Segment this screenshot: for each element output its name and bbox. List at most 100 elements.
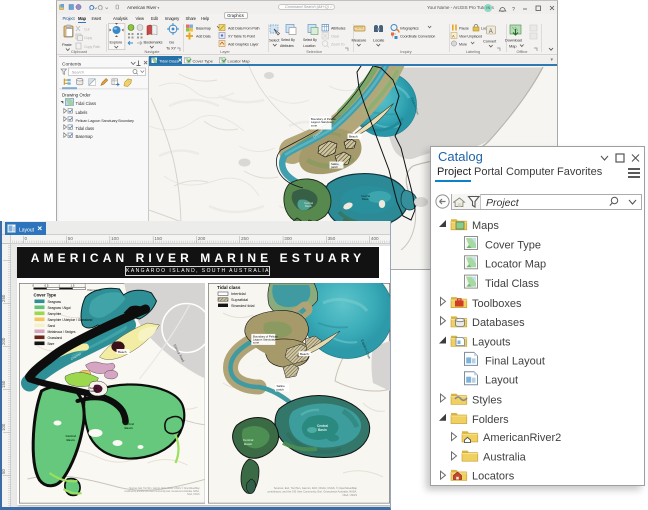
svg-text:350: 350 <box>328 236 336 241</box>
svg-text:Map: Map <box>509 44 517 49</box>
svg-text:Explore: Explore <box>110 40 124 45</box>
svg-text:Basin: Basin <box>362 197 369 201</box>
svg-text:100: 100 <box>111 236 119 241</box>
svg-text:Cover Type: Cover Type <box>485 239 541 251</box>
svg-text:Beach: Beach <box>300 352 309 356</box>
svg-text:Stranded tidal: Stranded tidal <box>231 304 255 308</box>
svg-text:A: A <box>452 34 455 39</box>
svg-text:Locate: Locate <box>373 38 385 43</box>
svg-text:150: 150 <box>2 380 6 388</box>
svg-text:Labels: Labels <box>76 110 88 115</box>
svg-text:Download: Download <box>505 38 522 43</box>
svg-text:200: 200 <box>198 236 206 241</box>
svg-text:Clear: Clear <box>331 35 340 39</box>
svg-text:NGA, USGS: NGA, USGS <box>343 493 358 497</box>
svg-text:Add Data From Path: Add Data From Path <box>228 27 260 31</box>
svg-text:Add Graphics Layer: Add Graphics Layer <box>228 43 259 47</box>
svg-text:Attributes: Attributes <box>331 27 346 31</box>
svg-text:Basin: Basin <box>244 442 252 446</box>
svg-text:patch: patch <box>277 388 285 392</box>
svg-text:Convert: Convert <box>483 39 497 44</box>
svg-text:View Unplaced: View Unplaced <box>459 35 482 39</box>
svg-text:More: More <box>459 43 467 47</box>
svg-text:Tidal Class: Tidal Class <box>485 278 539 290</box>
svg-text:250: 250 <box>241 236 249 241</box>
svg-text:Infographics: Infographics <box>400 27 419 31</box>
svg-text:Locator Map: Locator Map <box>485 259 546 271</box>
svg-text:0.5: 0.5 <box>44 284 48 288</box>
svg-text:Contents: Contents <box>62 62 82 68</box>
svg-text:50: 50 <box>68 236 74 241</box>
svg-text:Measure: Measure <box>352 38 368 43</box>
svg-text:Pause: Pause <box>459 27 469 31</box>
svg-text:150: 150 <box>154 236 162 241</box>
svg-text:Zoom To: Zoom To <box>331 43 345 47</box>
svg-text:patch: patch <box>89 389 96 393</box>
svg-text:Basemap: Basemap <box>196 27 211 31</box>
svg-text:Databases: Databases <box>472 317 525 329</box>
svg-text:Styles: Styles <box>472 395 502 407</box>
svg-text:Paste: Paste <box>62 42 73 47</box>
svg-text:400: 400 <box>371 236 379 241</box>
svg-text:Attributes: Attributes <box>280 44 294 48</box>
svg-text:Tidal class: Tidal class <box>76 126 95 131</box>
svg-text:AmericanRiver2: AmericanRiver2 <box>483 432 561 444</box>
svg-text:Grassland: Grassland <box>47 336 62 340</box>
svg-text:Seagrass: Seagrass <box>47 300 61 304</box>
svg-text:Melaleuca / Sedges: Melaleuca / Sedges <box>47 330 75 334</box>
svg-text:Layouts: Layouts <box>472 337 511 349</box>
svg-text:Location: Location <box>303 44 315 48</box>
svg-text:Cut: Cut <box>84 28 89 32</box>
svg-text:Maps: Maps <box>472 220 499 232</box>
svg-text:Basin: Basin <box>124 426 132 430</box>
svg-text:Copy: Copy <box>84 36 92 40</box>
svg-text:contributors, and the GIS User: contributors, and the GIS User Community… <box>267 490 357 494</box>
svg-text:Cover Type: Cover Type <box>33 293 56 298</box>
svg-text:Bookmarks: Bookmarks <box>144 40 163 45</box>
svg-text:zone: zone <box>253 341 260 345</box>
svg-text:250: 250 <box>2 294 6 302</box>
svg-text:Select By: Select By <box>281 38 295 42</box>
svg-text:Add Data: Add Data <box>196 35 211 39</box>
svg-text:Bare: Bare <box>47 342 54 346</box>
svg-text:100: 100 <box>2 423 6 431</box>
svg-text:Copy Path: Copy Path <box>84 45 100 49</box>
svg-text:Tidal class: Tidal class <box>217 285 241 290</box>
svg-text:Intertidal: Intertidal <box>231 292 246 296</box>
svg-text:?: ? <box>512 7 515 12</box>
svg-text:0: 0 <box>25 236 28 241</box>
svg-text:50: 50 <box>2 468 6 473</box>
svg-text:Folders: Folders <box>472 414 509 426</box>
svg-text:Australia: Australia <box>483 451 527 463</box>
svg-text:A: A <box>489 29 493 35</box>
svg-text:Pelican Lagoon Sanctuary Bound: Pelican Lagoon Sanctuary Boundary <box>76 119 135 123</box>
svg-text:XY Table To Point: XY Table To Point <box>228 35 255 39</box>
svg-text:To XY: To XY <box>166 46 177 51</box>
svg-text:Basin: Basin <box>305 204 312 208</box>
svg-text:Sand: Sand <box>47 324 55 328</box>
svg-text:Basin: Basin <box>318 428 327 432</box>
svg-text:Supratidal: Supratidal <box>231 298 248 302</box>
svg-text:Coordinate Conversion: Coordinate Conversion <box>400 35 435 39</box>
svg-text:Samphire / Abriploe / Grasslan: Samphire / Abriploe / Grassland <box>47 318 92 322</box>
svg-text:zone: zone <box>311 123 318 127</box>
svg-text:Select By: Select By <box>303 38 317 42</box>
svg-text:Locators: Locators <box>472 471 515 482</box>
svg-text:Kilometers: Kilometers <box>87 288 101 292</box>
svg-text:Final Layout: Final Layout <box>485 355 545 367</box>
svg-text:300: 300 <box>284 236 292 241</box>
svg-text:Beach: Beach <box>118 350 127 354</box>
svg-text:patch: patch <box>331 164 338 168</box>
svg-text:Beach: Beach <box>349 134 358 138</box>
svg-text:Select: Select <box>269 38 280 43</box>
svg-text:NGA, USGS: NGA, USGS <box>187 493 200 496</box>
svg-text:Samphire: Samphire <box>47 312 61 316</box>
svg-text:Sources: Esri, TomTom, Garmin,: Sources: Esri, TomTom, Garmin, FAO, NOAA… <box>274 486 358 490</box>
svg-text:Seagrass / Algal: Seagrass / Algal <box>47 306 70 310</box>
svg-text:Layout: Layout <box>485 375 518 387</box>
svg-text:Basemap: Basemap <box>76 134 94 139</box>
svg-text:Toolboxes: Toolboxes <box>472 298 522 310</box>
svg-text:Basin: Basin <box>66 438 74 442</box>
svg-text:1.5: 1.5 <box>70 284 74 288</box>
svg-text:Tidal Class: Tidal Class <box>76 101 97 106</box>
